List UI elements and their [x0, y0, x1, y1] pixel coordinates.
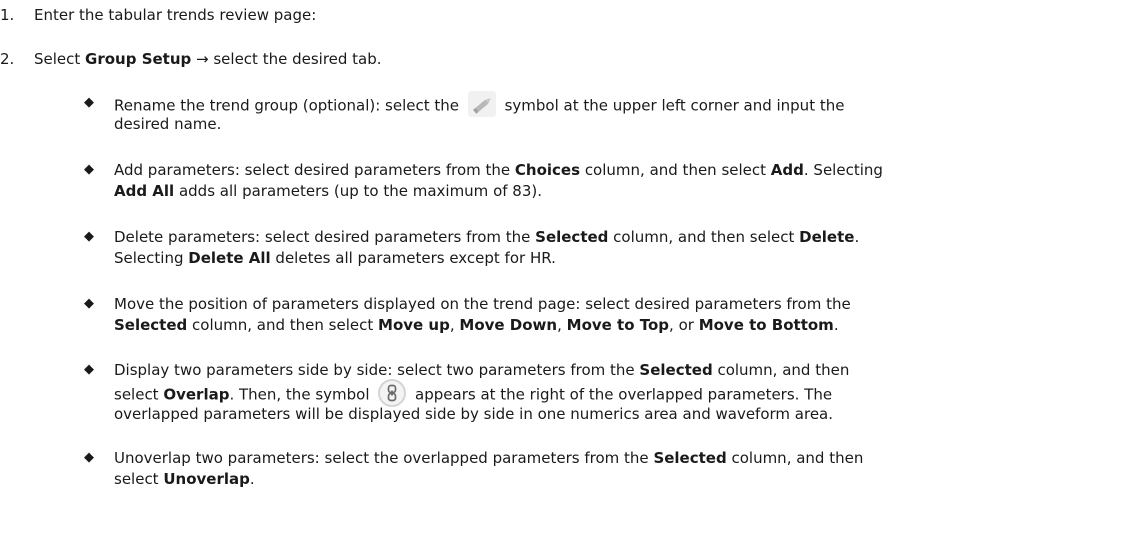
text-line: Add parameters: select desired parameter…: [114, 160, 1074, 181]
text-line: select Unoverlap.: [114, 469, 1074, 490]
bold-term: Selected: [653, 449, 727, 467]
bold-term: Move Down: [459, 316, 558, 334]
text-line: Rename the trend group (optional): selec…: [114, 91, 1074, 117]
text-line: Selected column, and then select Move up…: [114, 315, 1074, 336]
bullet-text: Unoverlap two parameters: select the ove…: [114, 448, 1074, 490]
text-run: select: [114, 385, 164, 404]
bold-term: Delete All: [188, 249, 271, 267]
text-run: Add parameters: select desired parameter…: [114, 161, 515, 179]
text-line: Delete parameters: select desired parame…: [114, 227, 1074, 248]
step-text: Select Group Setup → select the desired …: [34, 49, 382, 69]
step-text: Enter the tabular trends review page:: [34, 6, 317, 24]
text-line: Selecting Delete All deletes all paramet…: [114, 248, 1074, 269]
text-line: overlapped parameters will be displayed …: [114, 404, 1074, 425]
diamond-bullet-icon: ◆: [84, 296, 94, 311]
diamond-bullet-icon: ◆: [84, 362, 94, 377]
text-run: Move the position of parameters displaye…: [114, 295, 851, 313]
text-run: column, and then select: [580, 161, 771, 179]
text-run: . Selecting: [803, 161, 883, 179]
bullet-text: Display two parameters side by side: sel…: [114, 360, 1074, 425]
text-line: Add All adds all parameters (up to the m…: [114, 181, 1074, 202]
bullet-text: Move the position of parameters displaye…: [114, 294, 1074, 336]
text-run: column, and then: [712, 361, 850, 379]
bold-term: Selected: [535, 228, 609, 246]
text-run: Display two parameters side by side: sel…: [114, 361, 640, 379]
text-run: .: [833, 316, 839, 334]
pencil-icon: [467, 91, 496, 117]
step-number: 1.: [0, 6, 15, 24]
bold-term: Delete: [799, 228, 855, 246]
bullet-text: Delete parameters: select desired parame…: [114, 227, 1074, 269]
text-run: deletes all parameters except for HR.: [270, 249, 556, 267]
text-run: appears at the right of the overlapped p…: [410, 385, 833, 404]
link-icon: [378, 379, 407, 407]
text-run: desired name.: [114, 115, 222, 133]
bold-term: Selected: [114, 316, 188, 334]
text-line: desired name.: [114, 114, 1074, 135]
text-run: symbol at the upper left corner and inpu…: [499, 96, 845, 115]
bold-term: Overlap: [163, 385, 230, 404]
bold-term: Unoverlap: [163, 470, 250, 488]
text-run: . Then, the symbol: [229, 385, 375, 404]
bold-term: Add: [770, 161, 804, 179]
text-run: Unoverlap two parameters: select the ove…: [114, 449, 654, 467]
text-line: Display two parameters side by side: sel…: [114, 360, 1074, 381]
bold-term: Choices: [514, 161, 581, 179]
bold-term: Add All: [114, 182, 175, 200]
bullet-text: Rename the trend group (optional): selec…: [114, 91, 1074, 135]
text-line: Unoverlap two parameters: select the ove…: [114, 448, 1074, 469]
text-run: , or: [669, 316, 699, 334]
text-run: Rename the trend group (optional): selec…: [114, 96, 464, 115]
diamond-bullet-icon: ◆: [84, 95, 94, 110]
step-text-post: → select the desired tab.: [191, 50, 382, 68]
text-run: column, and then: [726, 449, 864, 467]
step-text-bold: Group Setup: [85, 50, 192, 68]
text-line: Move the position of parameters displaye…: [114, 294, 1074, 315]
bold-term: Selected: [639, 361, 713, 379]
bold-term: Move to Bottom: [698, 316, 834, 334]
text-run: Selecting: [114, 249, 189, 267]
bullet-text: Add parameters: select desired parameter…: [114, 160, 1074, 202]
text-run: overlapped parameters will be displayed …: [114, 405, 834, 423]
diamond-bullet-icon: ◆: [84, 229, 94, 244]
text-run: .: [249, 470, 255, 488]
text-run: column, and then select: [608, 228, 800, 246]
text-run: .: [854, 228, 860, 246]
text-run: ,: [449, 316, 460, 334]
diamond-bullet-icon: ◆: [84, 162, 94, 177]
text-line: select Overlap. Then, the symbol appears…: [114, 379, 1074, 407]
text-run: adds all parameters (up to the maximum o…: [174, 182, 542, 200]
text-run: column, and then select: [187, 316, 379, 334]
text-run: ,: [557, 316, 567, 334]
text-run: Delete parameters: select desired parame…: [114, 228, 536, 246]
diamond-bullet-icon: ◆: [84, 450, 94, 465]
bold-term: Move to Top: [566, 316, 670, 334]
step-number: 2.: [0, 50, 15, 68]
bold-term: Move up: [378, 316, 450, 334]
step-text-pre: Select: [34, 50, 86, 68]
text-run: select: [114, 470, 164, 488]
